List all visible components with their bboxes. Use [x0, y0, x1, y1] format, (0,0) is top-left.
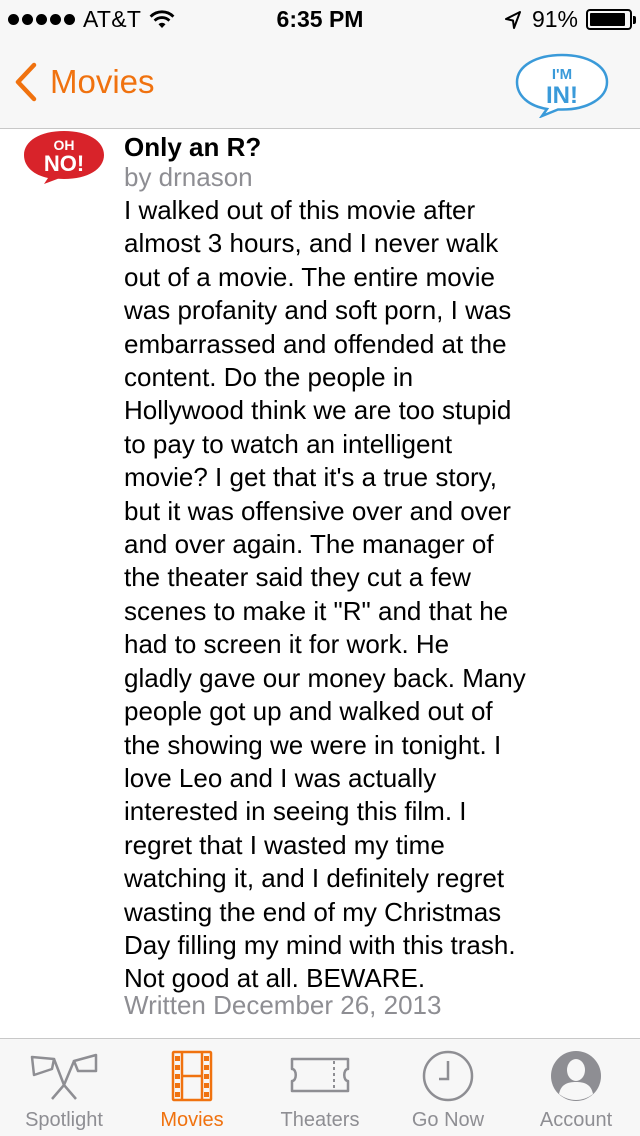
review-date: Written December 26, 2013 [124, 990, 442, 1020]
navigation-bar: Movies I'M IN! [0, 40, 640, 129]
ticket-icon [290, 1057, 350, 1093]
tab-spotlight[interactable]: Spotlight [0, 1039, 128, 1136]
review-title: Only an R? [124, 132, 262, 162]
im-in-bottom-text: IN! [546, 82, 578, 109]
tab-movies[interactable]: Movies [128, 1039, 256, 1136]
im-in-speech-bubble-icon: I'M IN! [515, 53, 609, 119]
clock-icon [422, 1050, 474, 1102]
review-author: by drnason [124, 162, 253, 192]
back-button-label: Movies [50, 63, 155, 100]
battery-percent: 91% [531, 6, 578, 32]
battery-icon [586, 9, 636, 30]
location-arrow-icon [504, 10, 521, 29]
tab-bar: Spotlight Movies Theaters Go Now Account [0, 1038, 640, 1136]
tab-label: Spotlight [25, 1109, 103, 1131]
tab-label: Account [539, 1109, 613, 1131]
tab-theaters[interactable]: Theaters [256, 1039, 384, 1136]
spotlight-icon [30, 1053, 98, 1100]
user-icon [551, 1051, 601, 1101]
battery-info: 91% [504, 6, 636, 33]
im-in-button[interactable]: I'M IN! [514, 52, 610, 119]
tab-go-now[interactable]: Go Now [384, 1039, 512, 1136]
status-bar: AT&T 6:35 PM 91% [0, 0, 640, 40]
back-button[interactable]: Movies [14, 62, 155, 102]
tab-account[interactable]: Account [512, 1039, 640, 1136]
tab-label: Theaters [280, 1109, 360, 1131]
film-icon [171, 1050, 213, 1102]
tab-label: Go Now [411, 1109, 485, 1131]
chevron-left-icon [15, 62, 37, 102]
im-in-top-text: I'M [552, 66, 572, 83]
oh-no-badge-icon: OH NO! [24, 131, 104, 184]
review-body: I walked out of this movie after almost … [124, 195, 526, 994]
badge-bottom-text: NO! [44, 151, 84, 176]
tab-label: Movies [160, 1109, 224, 1131]
